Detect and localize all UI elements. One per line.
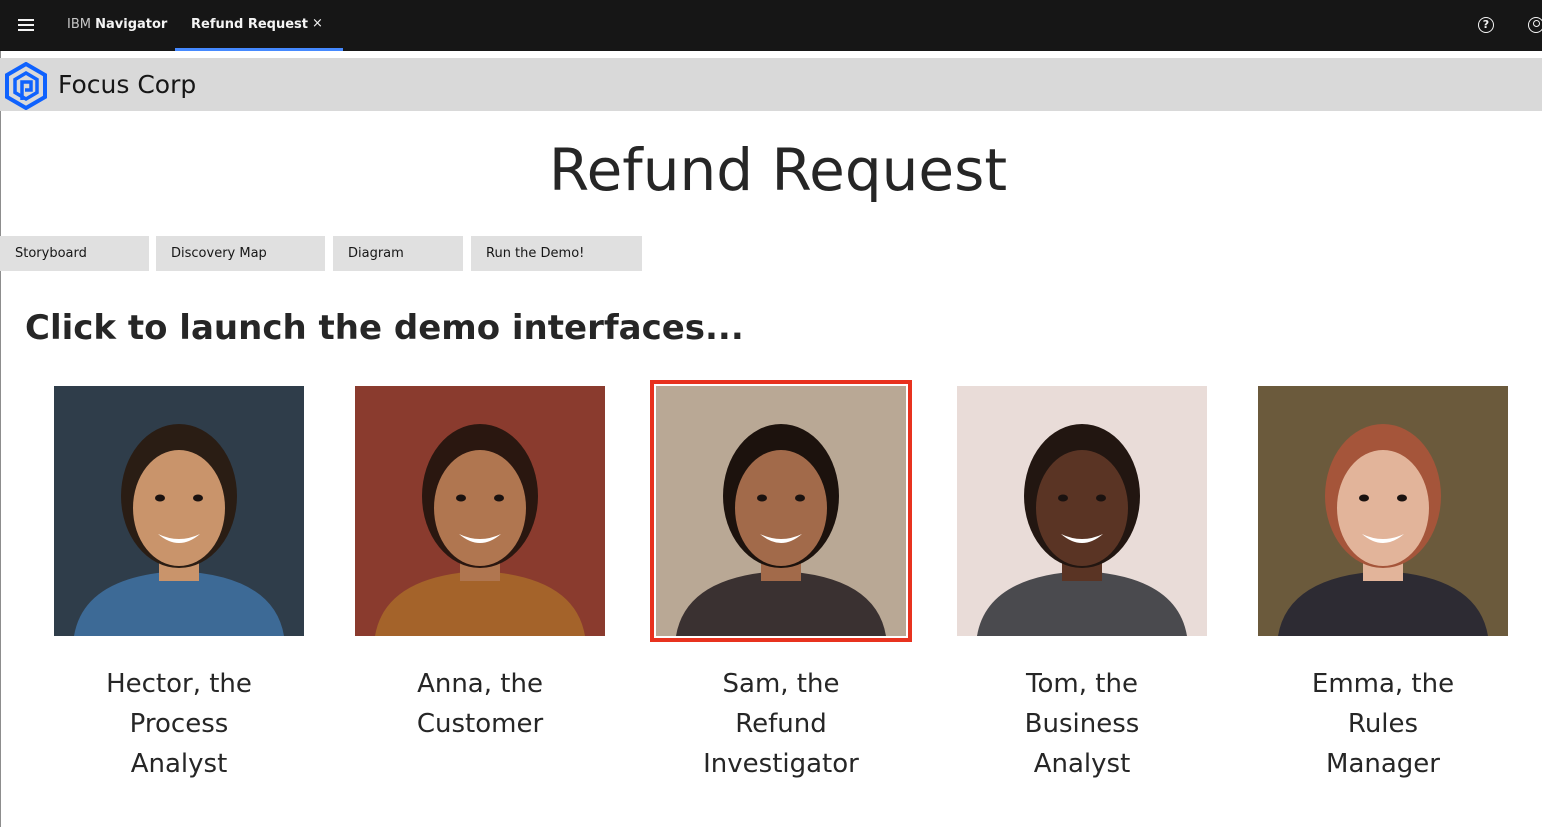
persona-label: Hector, the Process Analyst [106, 669, 252, 779]
persona-label: Sam, the Refund Investigator [703, 669, 859, 779]
persona-card-tom[interactable]: Tom, the Business Analyst [957, 386, 1207, 784]
portrait-image [656, 386, 906, 636]
persona-card-anna[interactable]: Anna, the Customer [355, 386, 605, 744]
portrait-image [1258, 386, 1508, 636]
persona-card-emma[interactable]: Emma, the Rules Manager [1258, 386, 1508, 784]
portrait-image [957, 386, 1207, 636]
portrait-image [54, 386, 304, 636]
persona-photo[interactable] [957, 386, 1207, 636]
persona-photo[interactable] [650, 380, 912, 642]
storyboard-button[interactable]: Storyboard [0, 236, 149, 271]
page-title: Refund Request [548, 136, 1008, 204]
tab-refund-request[interactable]: Refund Request × [175, 0, 343, 51]
run-the-demo-button[interactable]: Run the Demo! [471, 236, 642, 271]
discovery-map-button[interactable]: Discovery Map [156, 236, 325, 271]
focus-corp-logo-icon [2, 62, 50, 110]
hamburger-menu-icon[interactable] [10, 9, 42, 41]
persona-photo[interactable] [355, 386, 605, 636]
section-heading: Click to launch the demo interfaces... [25, 308, 744, 348]
diagram-button[interactable]: Diagram [333, 236, 463, 271]
product-brand[interactable]: IBM Navigator [67, 17, 167, 32]
portrait-image [355, 386, 605, 636]
persona-label: Emma, the Rules Manager [1311, 669, 1455, 779]
help-icon[interactable]: ? [1478, 17, 1494, 33]
user-avatar-icon[interactable] [1528, 17, 1542, 33]
brand-prefix: IBM [67, 17, 91, 32]
persona-photo[interactable] [1258, 386, 1508, 636]
persona-card-hector[interactable]: Hector, the Process Analyst [54, 386, 304, 784]
company-name: Focus Corp [58, 70, 197, 99]
close-icon[interactable]: × [312, 16, 323, 31]
brand-name: Navigator [95, 17, 168, 32]
persona-label: Tom, the Business Analyst [1024, 669, 1140, 779]
persona-label: Anna, the Customer [416, 669, 544, 739]
company-header: Focus Corp [0, 58, 1542, 111]
persona-card-sam[interactable]: Sam, the Refund Investigator [650, 380, 912, 784]
top-navigation-bar: IBM Navigator Refund Request × ? [0, 0, 1542, 51]
tab-label: Refund Request [191, 17, 308, 32]
persona-photo[interactable] [54, 386, 304, 636]
